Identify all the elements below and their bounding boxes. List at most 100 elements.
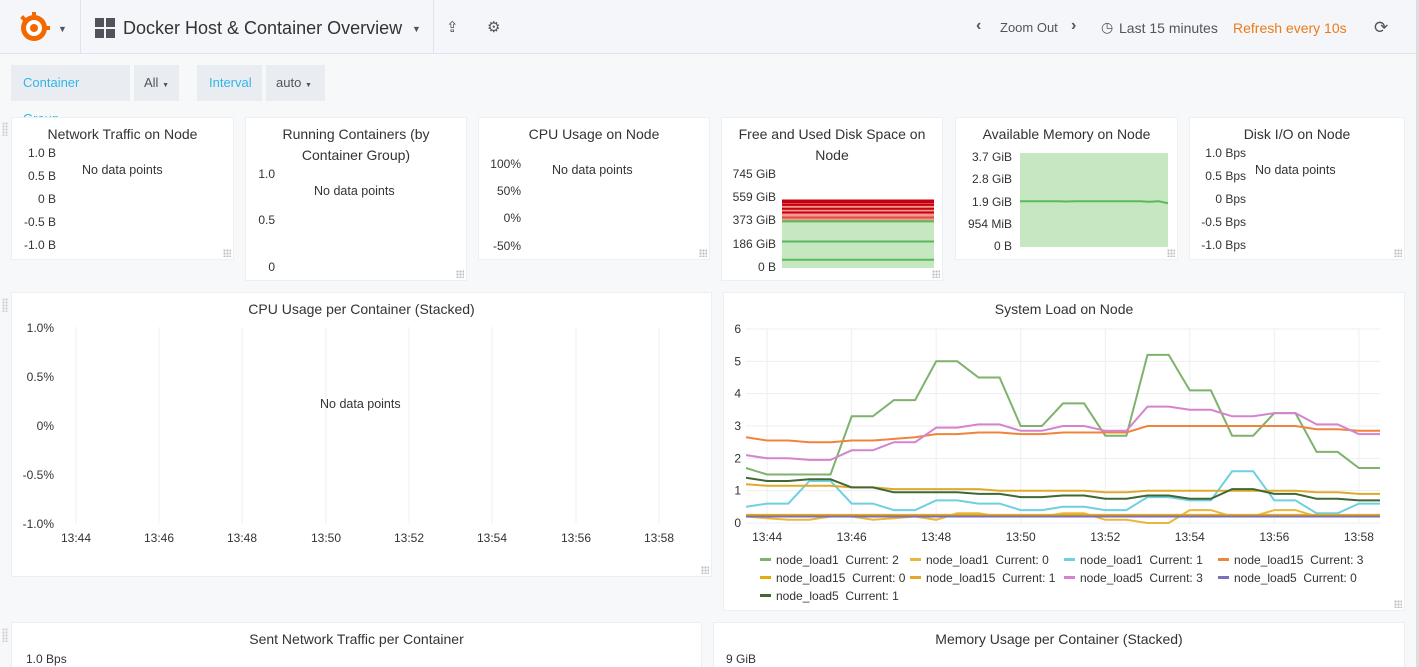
legend-current-value: Current: 2: [838, 553, 899, 567]
caret-down-icon: ▼: [412, 24, 421, 34]
legend-current-value: Current: 0: [845, 571, 906, 585]
time-range-picker[interactable]: Last 15 minutes: [1119, 20, 1218, 36]
legend-item[interactable]: node_load5 Current: 0: [1218, 571, 1357, 585]
disk-band-free: [782, 220, 934, 268]
y-tick: 50%: [496, 184, 521, 198]
available-memory-chart: [1020, 153, 1168, 247]
cpu-per-container-grid: [75, 327, 660, 523]
container-group-label: Container Group: [11, 65, 130, 126]
panel-title[interactable]: Available Memory on Node: [956, 124, 1177, 145]
legend-item[interactable]: node_load1 Current: 0: [910, 553, 1049, 567]
legend-swatch: [760, 576, 771, 580]
grafana-logo-icon: [20, 12, 50, 41]
legend-series-name: node_load1: [1080, 553, 1143, 567]
y-tick: 954 MiB: [967, 217, 1012, 231]
panel-title[interactable]: Memory Usage per Container (Stacked): [714, 629, 1404, 650]
resize-handle[interactable]: [699, 249, 707, 257]
dashboard-title: Docker Host & Container Overview: [123, 18, 403, 38]
panel-title[interactable]: CPU Usage per Container (Stacked): [12, 299, 711, 320]
dashboard-picker[interactable]: Docker Host & Container Overview ▼: [82, 0, 434, 54]
legend-series-name: node_load15: [776, 571, 846, 585]
no-data-message: No data points: [82, 163, 163, 177]
x-tick: 13:46: [837, 530, 867, 544]
legend-series-name: node_load5: [1234, 571, 1297, 585]
y-tick: 1.0 Bps: [1205, 146, 1246, 160]
chevron-right-icon[interactable]: ›: [1071, 17, 1076, 35]
panel-title[interactable]: Free and Used Disk Space on Node: [722, 124, 942, 166]
row-drag-handle[interactable]: [2, 298, 8, 312]
panel-disk-space: Free and Used Disk Space on Node 745 GiB…: [721, 117, 943, 281]
series-line-node_load1: [745, 470, 1380, 515]
y-tick: 0 B: [757, 260, 776, 274]
legend-swatch: [910, 576, 921, 580]
interval-dropdown[interactable]: auto ▼: [266, 65, 325, 101]
row-drag-handle[interactable]: [2, 628, 8, 642]
legend-swatch: [1218, 576, 1229, 580]
y-tick: 1.0: [258, 167, 275, 181]
chevron-left-icon[interactable]: ‹: [976, 17, 981, 35]
caret-down-icon: ▼: [304, 82, 312, 89]
y-tick: 2: [734, 451, 741, 465]
x-tick: 13:46: [144, 531, 175, 545]
resize-handle[interactable]: [223, 249, 231, 257]
panel-network-traffic: Network Traffic on Node 1.0 B 0.5 B 0 B …: [11, 117, 234, 260]
resize-handle[interactable]: [1394, 249, 1402, 257]
legend-item[interactable]: node_load1 Current: 1: [1064, 553, 1203, 567]
resize-handle[interactable]: [701, 566, 709, 574]
grafana-menu[interactable]: ▼: [0, 0, 81, 54]
legend-item[interactable]: node_load5 Current: 1: [760, 589, 899, 603]
y-tick: -0.5%: [22, 468, 54, 482]
legend-swatch: [1218, 558, 1229, 562]
x-tick: 13:56: [561, 531, 592, 545]
legend-item[interactable]: node_load1 Current: 2: [760, 553, 899, 567]
y-tick: 0: [734, 516, 741, 530]
y-tick: -1.0 Bps: [1201, 238, 1246, 252]
legend-current-value: Current: 0: [988, 553, 1049, 567]
share-icon[interactable]: ⇪: [446, 18, 459, 36]
no-data-message: No data points: [314, 184, 395, 198]
legend-current-value: Current: 1: [838, 589, 899, 603]
y-tick: 5: [734, 354, 741, 368]
resize-handle[interactable]: [932, 270, 940, 278]
refresh-interval[interactable]: Refresh every 10s: [1233, 20, 1347, 36]
x-tick: 13:54: [1175, 530, 1205, 544]
container-group-dropdown[interactable]: All ▼: [134, 65, 179, 101]
zoom-out-button[interactable]: Zoom Out: [1000, 20, 1058, 35]
dashboard-grid-icon: [95, 18, 115, 38]
y-tick: 559 GiB: [732, 190, 776, 204]
legend-current-value: Current: 3: [1142, 571, 1203, 585]
legend-item[interactable]: node_load15 Current: 0: [760, 571, 905, 585]
panel-title[interactable]: Sent Network Traffic per Container: [12, 629, 701, 650]
resize-handle[interactable]: [456, 270, 464, 278]
panel-title[interactable]: CPU Usage on Node: [479, 124, 709, 145]
y-tick: 3: [734, 419, 741, 433]
x-tick: 13:44: [61, 531, 92, 545]
y-tick: 0: [268, 260, 275, 274]
y-tick: 1.0 Bps: [26, 652, 67, 666]
legend-series-name: node_load5: [1080, 571, 1143, 585]
panel-title[interactable]: Disk I/O on Node: [1190, 124, 1404, 145]
resize-handle[interactable]: [1394, 600, 1402, 608]
system-load-legend: node_load1 Current: 2 node_load1 Current:…: [724, 549, 1404, 609]
panel-sent-network: Sent Network Traffic per Container 1.0 B…: [11, 622, 702, 667]
resize-handle[interactable]: [1167, 249, 1175, 257]
y-tick: -1.0 B: [23, 238, 56, 252]
legend-series-name: node_load15: [1234, 553, 1304, 567]
y-tick: 0.5%: [26, 370, 54, 384]
settings-gear-icon[interactable]: ⚙: [487, 18, 500, 36]
legend-item[interactable]: node_load15 Current: 3: [1218, 553, 1363, 567]
y-tick: 0%: [36, 419, 54, 433]
panel-title[interactable]: Network Traffic on Node: [12, 124, 233, 145]
y-tick: 0.5 B: [27, 169, 56, 183]
memory-area: [1020, 153, 1168, 247]
y-tick: 3.7 GiB: [971, 150, 1012, 164]
y-tick: 0 B: [37, 192, 56, 206]
legend-item[interactable]: node_load15 Current: 1: [910, 571, 1055, 585]
legend-item[interactable]: node_load5 Current: 3: [1064, 571, 1203, 585]
legend-series-name: node_load1: [776, 553, 839, 567]
refresh-icon[interactable]: ⟳: [1374, 18, 1388, 38]
x-tick: 13:52: [394, 531, 425, 545]
y-tick: 9 GiB: [726, 652, 757, 666]
panel-title[interactable]: Running Containers (by Container Group): [246, 124, 466, 166]
row-drag-handle[interactable]: [2, 122, 8, 136]
